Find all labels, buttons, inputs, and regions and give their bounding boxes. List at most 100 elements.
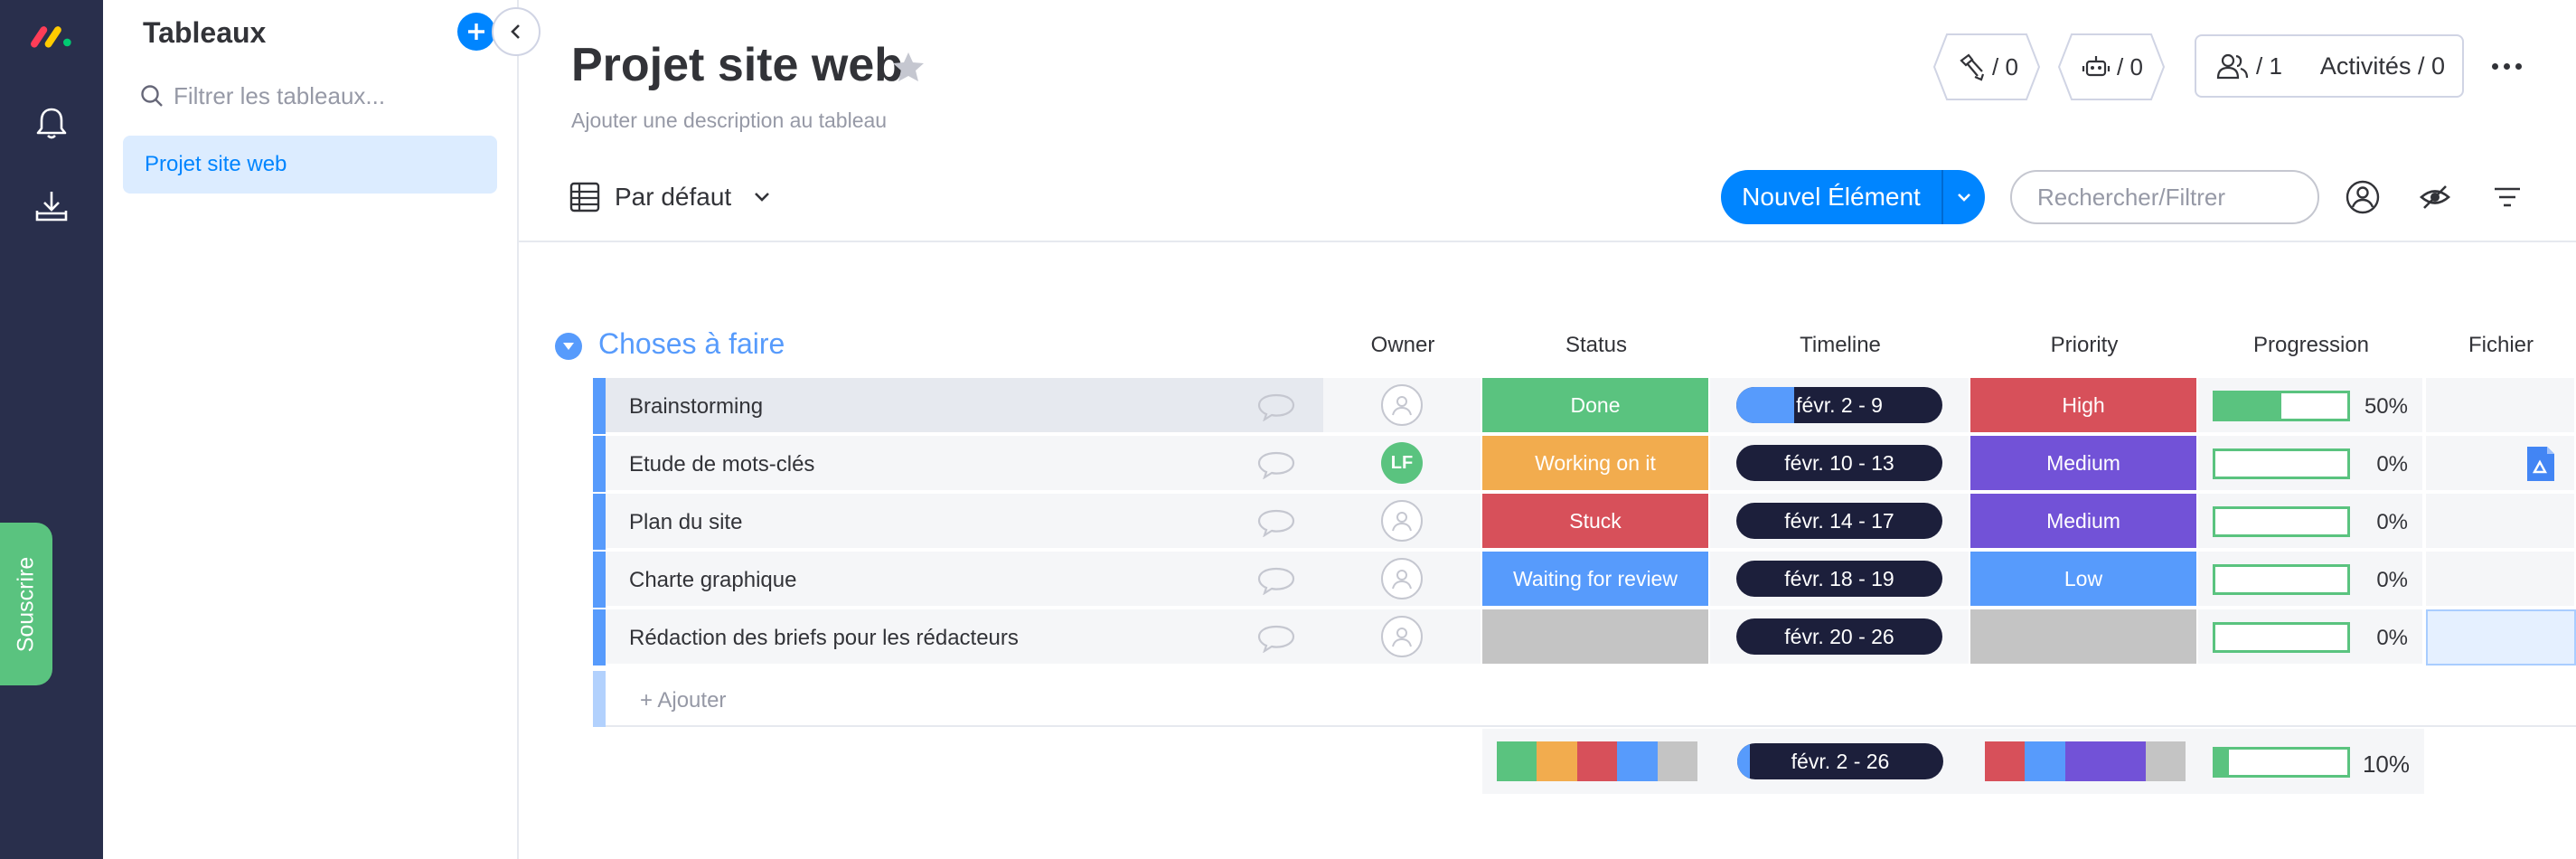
sidebar-item-board[interactable]: Projet site web	[123, 136, 497, 194]
priority-summary	[1970, 729, 2198, 794]
priority-segment	[1985, 741, 2026, 781]
integrations-button[interactable]: / 0	[1932, 33, 2041, 101]
file-cell[interactable]	[2426, 436, 2576, 492]
timeline-pill: févr. 2 - 9	[1736, 387, 1942, 423]
status-summary	[1482, 729, 1710, 794]
timeline-cell[interactable]: févr. 20 - 26	[1710, 609, 1970, 665]
owner-cell[interactable]	[1323, 609, 1482, 665]
owner-cell[interactable]	[1323, 378, 1482, 434]
new-item-button[interactable]: Nouvel Élément	[1721, 170, 1941, 224]
group-title[interactable]: Choses à faire	[598, 327, 785, 361]
add-row-spacer	[1482, 671, 2576, 727]
table-row[interactable]: Charte graphique Waiting for review févr…	[593, 552, 2576, 608]
column-header-priority[interactable]: Priority	[1970, 333, 2198, 358]
progress-cell[interactable]: 0%	[2198, 552, 2424, 608]
column-header-file[interactable]: Fichier	[2426, 333, 2576, 358]
file-cell[interactable]	[2426, 378, 2576, 434]
comment-bubble-icon[interactable]	[1256, 450, 1296, 479]
owner-cell[interactable]	[1323, 552, 1482, 608]
download-icon[interactable]	[28, 183, 75, 230]
group-color-bar	[593, 494, 606, 550]
table-row[interactable]: Plan du site Stuck févr. 14 - 17 Medium …	[593, 494, 2576, 550]
hide-eye-icon[interactable]	[2415, 177, 2455, 217]
priority-segment	[2105, 741, 2146, 781]
item-name[interactable]: Etude de mots-clés	[629, 452, 814, 477]
file-cell[interactable]	[2426, 552, 2576, 608]
table-row[interactable]: Rédaction des briefs pour les rédacteurs…	[593, 609, 2576, 665]
new-item-dropdown-button[interactable]	[1941, 170, 1985, 224]
status-cell[interactable]: Done	[1482, 378, 1710, 434]
file-cell[interactable]	[2426, 494, 2576, 550]
comment-bubble-icon[interactable]	[1256, 508, 1296, 537]
members-button[interactable]: / 1	[2196, 52, 2282, 80]
panel-title: Tableaux	[143, 16, 267, 49]
group-color-bar	[593, 552, 606, 608]
favorite-star-icon[interactable]	[891, 51, 926, 83]
priority-cell[interactable]: High	[1970, 378, 2198, 434]
more-options-icon[interactable]	[2484, 51, 2529, 81]
table-row[interactable]: Etude de mots-clés LF Working on it févr…	[593, 436, 2576, 492]
status-cell[interactable]: Stuck	[1482, 494, 1710, 550]
document-icon[interactable]	[2525, 445, 2556, 483]
robot-icon	[2082, 56, 2111, 77]
status-cell[interactable]	[1482, 609, 1710, 665]
timeline-summary-text: févr. 2 - 26	[1791, 749, 1890, 773]
timeline-cell[interactable]: févr. 18 - 19	[1710, 552, 1970, 608]
search-filter-input[interactable]: Rechercher/Filtrer	[2010, 170, 2319, 224]
boards-panel: Tableaux Filtrer les tableaux... Projet …	[103, 0, 541, 859]
comment-bubble-icon[interactable]	[1256, 566, 1296, 595]
timeline-cell[interactable]: févr. 14 - 17	[1710, 494, 1970, 550]
owner-cell[interactable]: LF	[1323, 436, 1482, 492]
comment-bubble-icon[interactable]	[1256, 392, 1296, 421]
progress-cell[interactable]: 0%	[2198, 436, 2424, 492]
column-header-progression[interactable]: Progression	[2198, 333, 2424, 358]
priority-cell[interactable]: Medium	[1970, 436, 2198, 492]
add-item-button[interactable]: + Ajouter	[640, 688, 726, 713]
progress-cell[interactable]: 50%	[2198, 378, 2424, 434]
group-collapse-toggle[interactable]	[555, 333, 582, 360]
file-cell[interactable]	[2426, 609, 2576, 665]
left-rail: Souscrire	[0, 0, 103, 859]
timeline-cell[interactable]: févr. 10 - 13	[1710, 436, 1970, 492]
column-header-status[interactable]: Status	[1482, 333, 1710, 358]
progress-cell[interactable]: 0%	[2198, 494, 2424, 550]
activities-button[interactable]: Activités / 0	[2320, 52, 2445, 80]
notifications-bell-icon[interactable]	[28, 99, 75, 146]
collapse-panel-button[interactable]	[492, 7, 541, 56]
priority-cell[interactable]	[1970, 609, 2198, 665]
person-filter-icon[interactable]	[2343, 177, 2383, 217]
board-description[interactable]: Ajouter une description au tableau	[571, 109, 887, 133]
priority-cell[interactable]: Low	[1970, 552, 2198, 608]
view-selector[interactable]: Par défaut	[569, 177, 771, 217]
table-view-icon	[569, 182, 600, 212]
add-board-button[interactable]	[457, 13, 495, 51]
table-row[interactable]: Brainstorming Done févr. 2 - 9 High 50%	[593, 378, 2576, 434]
timeline-cell[interactable]: févr. 2 - 9	[1710, 378, 1970, 434]
progress-cell[interactable]: 0%	[2198, 609, 2424, 665]
column-header-timeline[interactable]: Timeline	[1710, 333, 1970, 358]
filter-sort-icon[interactable]	[2487, 177, 2527, 217]
new-item-button-group: Nouvel Élément	[1721, 170, 1985, 224]
members-count: / 1	[2256, 52, 2282, 80]
board-filter-input[interactable]: Filtrer les tableaux...	[139, 78, 492, 114]
status-cell[interactable]: Working on it	[1482, 436, 1710, 492]
item-name[interactable]: Brainstorming	[629, 394, 763, 420]
avatar: LF	[1381, 442, 1423, 484]
item-name[interactable]: Charte graphique	[629, 568, 796, 593]
monday-logo-icon[interactable]	[28, 13, 75, 60]
item-name[interactable]: Rédaction des briefs pour les rédacteurs	[629, 626, 1019, 651]
progress-bar	[2213, 564, 2350, 595]
item-name[interactable]: Plan du site	[629, 510, 742, 535]
priority-cell[interactable]: Medium	[1970, 494, 2198, 550]
column-header-owner[interactable]: Owner	[1323, 333, 1482, 358]
members-activity-box: / 1 Activités / 0	[2195, 34, 2464, 98]
comment-bubble-icon[interactable]	[1256, 624, 1296, 653]
toolbar-divider	[519, 241, 2576, 242]
status-cell[interactable]: Waiting for review	[1482, 552, 1710, 608]
timeline-pill: févr. 18 - 19	[1736, 561, 1942, 597]
sidebar-item-label: Projet site web	[145, 152, 287, 176]
automations-button[interactable]: / 0	[2057, 33, 2166, 101]
page-title[interactable]: Projet site web	[571, 38, 903, 92]
owner-cell[interactable]	[1323, 494, 1482, 550]
subscribe-button[interactable]: Souscrire	[0, 523, 52, 685]
